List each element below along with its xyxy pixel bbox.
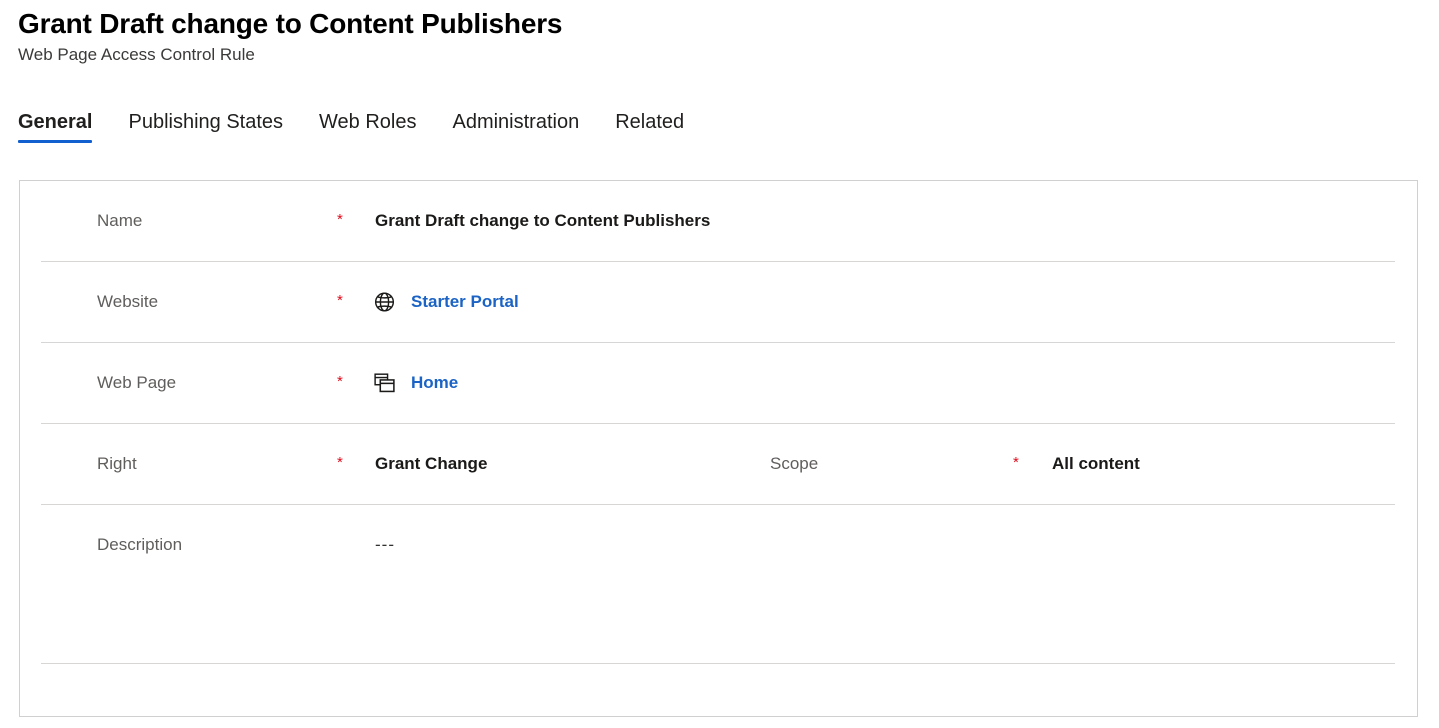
- form-row-name: Name * Grant Draft change to Content Pub…: [41, 181, 1395, 262]
- tab-publishing-states[interactable]: Publishing States: [128, 108, 283, 146]
- required-asterisk-website: *: [337, 292, 343, 309]
- tab-administration[interactable]: Administration: [452, 108, 579, 146]
- field-value-right[interactable]: Grant Change: [375, 454, 487, 474]
- tab-related[interactable]: Related: [615, 108, 684, 146]
- field-value-web-page-link[interactable]: Home: [411, 373, 458, 393]
- field-label-name: Name: [97, 211, 143, 230]
- tab-general[interactable]: General: [18, 108, 93, 146]
- tab-web-roles-label: Web Roles: [319, 111, 417, 133]
- tab-related-label: Related: [615, 111, 685, 133]
- field-value-name[interactable]: Grant Draft change to Content Publishers: [375, 211, 710, 231]
- globe-icon: [373, 291, 396, 314]
- required-asterisk-web-page: *: [337, 373, 343, 390]
- required-asterisk-right: *: [337, 454, 343, 471]
- web-page-icon: [373, 372, 396, 395]
- field-value-description[interactable]: ---: [375, 535, 395, 555]
- field-label-website: Website: [97, 292, 159, 311]
- required-asterisk-scope: *: [1013, 454, 1019, 471]
- field-label-right: Right: [97, 454, 137, 473]
- form-row-description: Description ---: [41, 505, 1395, 664]
- field-value-website-link[interactable]: Starter Portal: [411, 292, 519, 312]
- form-row-web-page: Web Page * Home: [41, 343, 1395, 424]
- tab-administration-label: Administration: [452, 111, 580, 133]
- tab-web-roles[interactable]: Web Roles: [319, 108, 416, 146]
- tab-strip: General Publishing States Web Roles Admi…: [18, 108, 684, 146]
- page-subtitle: Web Page Access Control Rule: [18, 45, 255, 64]
- page-title: Grant Draft change to Content Publishers: [18, 8, 563, 39]
- required-asterisk-name: *: [337, 211, 343, 228]
- page-header: Grant Draft change to Content Publishers…: [18, 6, 562, 67]
- field-value-scope[interactable]: All content: [1052, 454, 1140, 474]
- tab-general-label: General: [18, 111, 93, 133]
- general-tab-form-card: Name * Grant Draft change to Content Pub…: [19, 180, 1418, 717]
- field-label-scope: Scope: [770, 454, 819, 473]
- form-row-website: Website * Starter Portal: [41, 262, 1395, 343]
- tab-publishing-states-label: Publishing States: [128, 111, 284, 133]
- form-row-right-scope: Right * Grant Change Scope * All content: [41, 424, 1395, 505]
- field-label-web-page: Web Page: [97, 373, 177, 392]
- field-label-description: Description: [97, 535, 183, 554]
